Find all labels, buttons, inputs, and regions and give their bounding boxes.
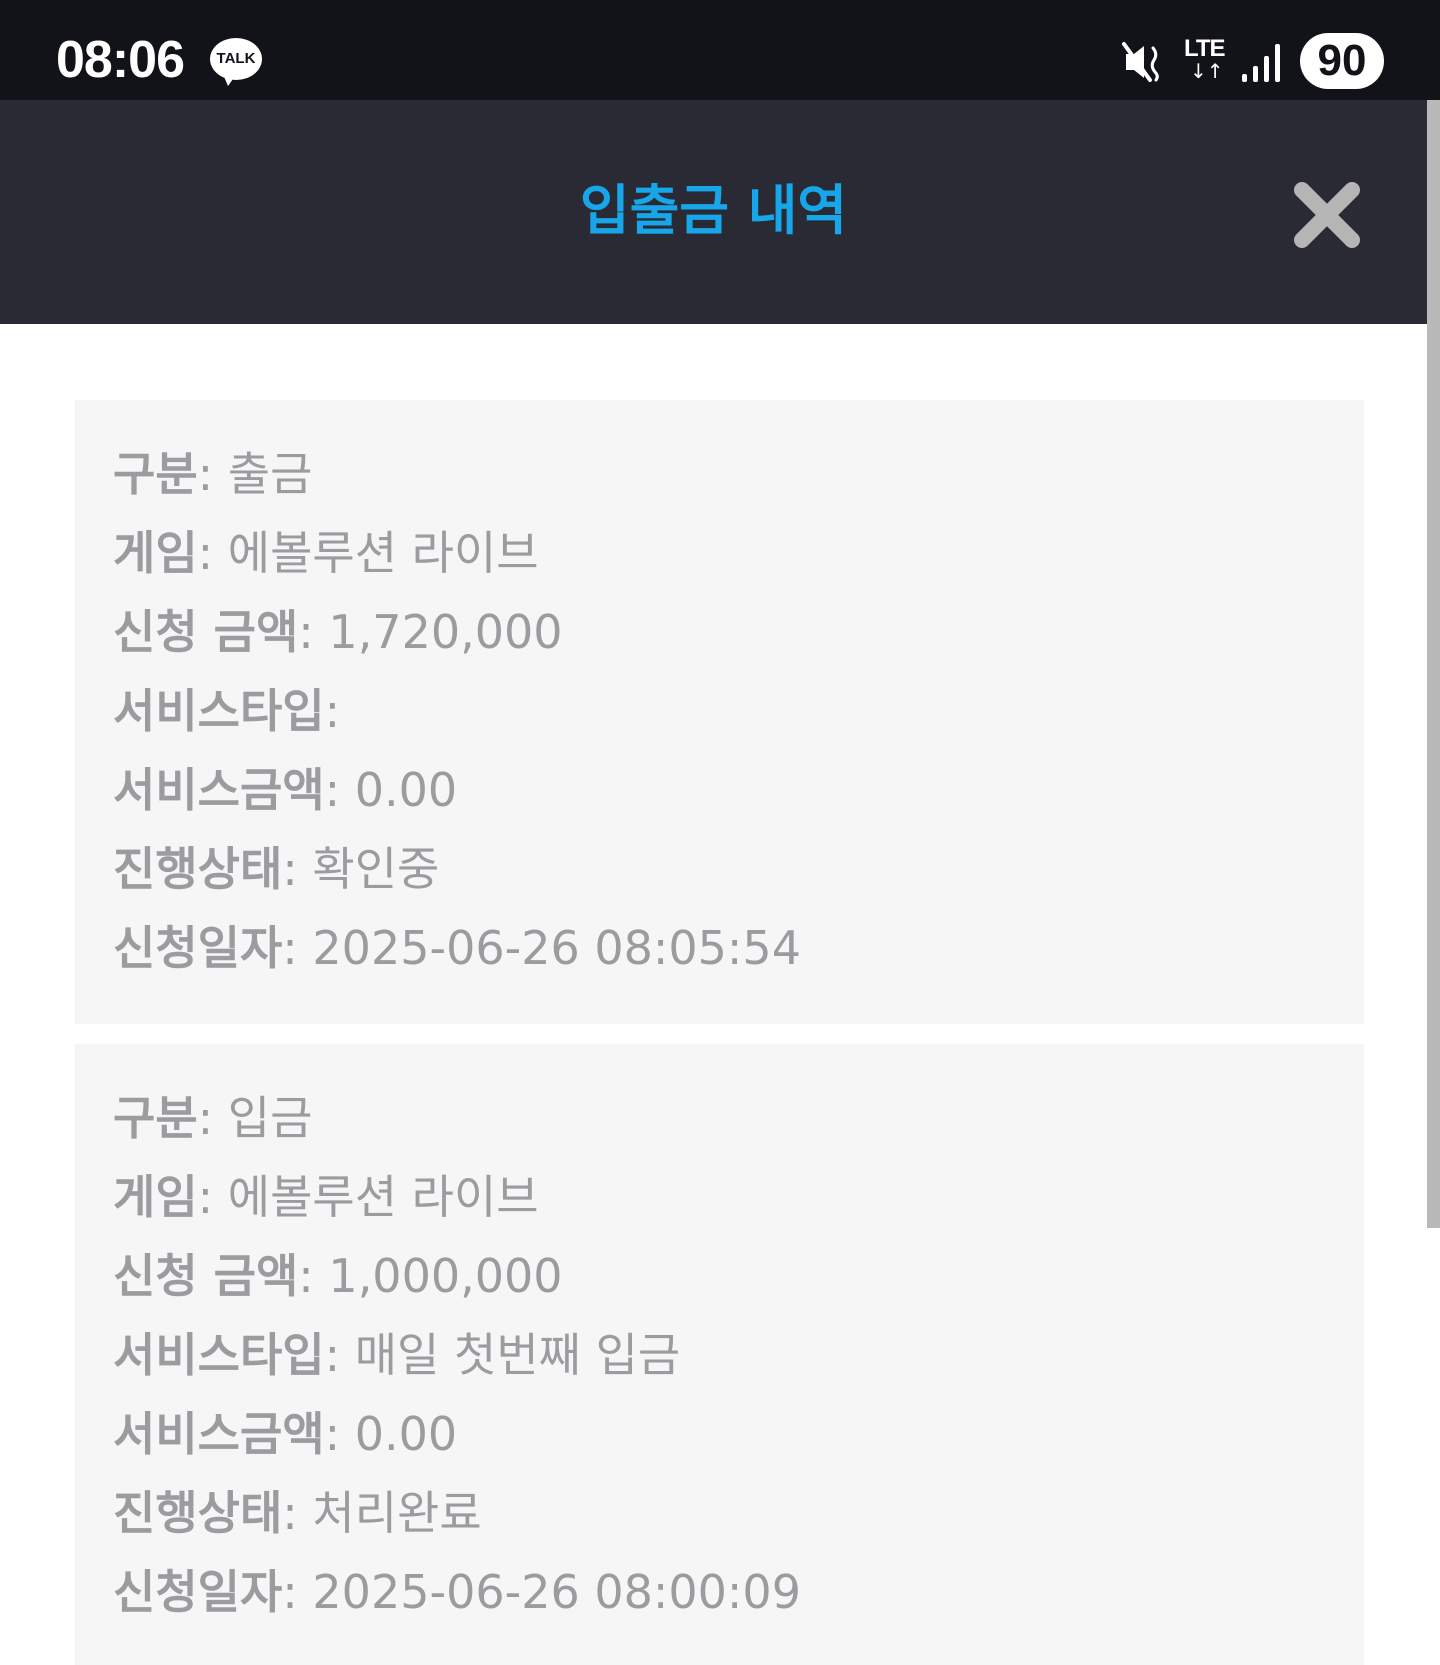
separator: : <box>324 763 355 817</box>
signal-icon <box>1242 44 1280 82</box>
separator: : <box>324 684 341 738</box>
separator: : <box>298 1249 329 1303</box>
game-label: 게임 <box>113 526 198 580</box>
separator: : <box>197 1091 228 1145</box>
status-time: 08:06 <box>56 31 185 89</box>
service-type-label: 서비스타입 <box>113 1328 325 1382</box>
separator: : <box>197 447 228 501</box>
request-amount-label: 신청 금액 <box>113 605 299 659</box>
category-label: 구분 <box>113 447 198 501</box>
request-date-value: 2025-06-26 08:05:54 <box>312 921 801 975</box>
request-amount-label: 신청 금액 <box>113 1249 299 1303</box>
progress-status-label: 진행상태 <box>113 1486 283 1540</box>
request-date-value: 2025-06-26 08:00:09 <box>312 1565 801 1619</box>
request-amount-value: 1,000,000 <box>328 1249 563 1303</box>
mute-icon <box>1122 42 1159 82</box>
game-row: 게임: 에볼루션 라이브 <box>113 1167 539 1227</box>
category-row: 구분: 입금 <box>113 1088 312 1148</box>
separator: : <box>324 1328 355 1382</box>
game-value: 에볼루션 라이브 <box>227 526 539 580</box>
close-button[interactable] <box>1292 180 1362 250</box>
close-icon[interactable] <box>1292 180 1362 250</box>
scrollbar-thumb[interactable] <box>1427 100 1440 1228</box>
game-value: 에볼루션 라이브 <box>227 1170 539 1224</box>
game-label: 게임 <box>113 1170 198 1224</box>
request-date-row: 신청일자: 2025-06-26 08:05:54 <box>113 918 801 978</box>
progress-status-label: 진행상태 <box>113 842 283 896</box>
transaction-card: 구분: 출금 게임: 에볼루션 라이브 신청 금액: 1,720,000 서비스… <box>75 400 1364 1024</box>
service-type-value: 매일 첫번째 입금 <box>354 1328 681 1382</box>
request-date-row: 신청일자: 2025-06-26 08:00:09 <box>113 1562 801 1622</box>
service-amount-row: 서비스금액: 0.00 <box>113 1404 457 1464</box>
service-amount-value: 0.00 <box>354 1407 458 1461</box>
separator: : <box>282 1565 313 1619</box>
service-type-row: 서비스타입: <box>113 681 340 741</box>
request-amount-row: 신청 금액: 1,000,000 <box>113 1246 563 1306</box>
request-date-label: 신청일자 <box>113 921 283 975</box>
progress-status-row: 진행상태: 확인중 <box>113 839 439 899</box>
separator: : <box>298 605 329 659</box>
modal-header: 입출금 내역 <box>0 100 1427 324</box>
category-value: 입금 <box>227 1091 313 1145</box>
separator: : <box>282 1486 313 1540</box>
battery-icon: 90 <box>1300 33 1384 89</box>
transaction-list: 구분: 출금 게임: 에볼루션 라이브 신청 금액: 1,720,000 서비스… <box>0 324 1427 1665</box>
separator: : <box>324 1407 355 1461</box>
lte-icon: LTE ↓↑ <box>1184 36 1228 86</box>
separator: : <box>282 921 313 975</box>
separator: : <box>197 1170 228 1224</box>
progress-status-value: 처리완료 <box>312 1486 482 1540</box>
game-row: 게임: 에볼루션 라이브 <box>113 523 539 583</box>
separator: : <box>197 526 228 580</box>
network-arrows: ↓↑ <box>1190 59 1224 83</box>
progress-status-value: 확인중 <box>312 842 440 896</box>
service-amount-row: 서비스금액: 0.00 <box>113 760 457 820</box>
transaction-card: 구분: 입금 게임: 에볼루션 라이브 신청 금액: 1,000,000 서비스… <box>75 1044 1364 1665</box>
status-bar: 08:06 TALK LTE ↓↑ 90 <box>0 0 1440 100</box>
service-amount-label: 서비스금액 <box>113 1407 325 1461</box>
service-amount-value: 0.00 <box>354 763 458 817</box>
request-amount-row: 신청 금액: 1,720,000 <box>113 602 563 662</box>
separator: : <box>282 842 313 896</box>
kakaotalk-notification-icon: TALK <box>210 38 262 88</box>
talk-label: TALK <box>216 50 256 67</box>
service-type-row: 서비스타입: 매일 첫번째 입금 <box>113 1325 680 1385</box>
category-value: 출금 <box>227 447 313 501</box>
modal-title: 입출금 내역 <box>579 179 848 242</box>
screen: 08:06 TALK LTE ↓↑ 90 입출금 내역 구분: 출금 게임: 에… <box>0 0 1440 1665</box>
category-row: 구분: 출금 <box>113 444 312 504</box>
category-label: 구분 <box>113 1091 198 1145</box>
service-amount-label: 서비스금액 <box>113 763 325 817</box>
battery-level: 90 <box>1317 36 1367 85</box>
progress-status-row: 진행상태: 처리완료 <box>113 1483 482 1543</box>
request-date-label: 신청일자 <box>113 1565 283 1619</box>
request-amount-value: 1,720,000 <box>328 605 563 659</box>
service-type-label: 서비스타입 <box>113 684 325 738</box>
